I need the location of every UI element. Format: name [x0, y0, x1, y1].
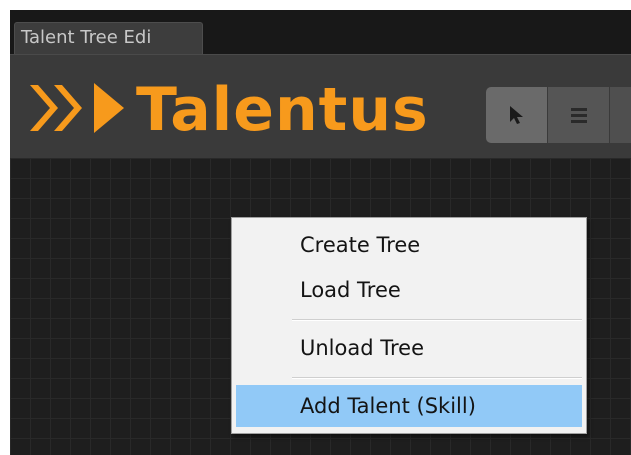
tab-strip: Talent Tree Edi	[10, 10, 631, 54]
menu-item-load-tree[interactable]: Load Tree	[236, 269, 582, 311]
menu-separator	[292, 377, 582, 379]
app-logo-text: Talentus	[136, 75, 429, 145]
menu-separator	[292, 319, 582, 321]
menu-tool-button[interactable]	[548, 87, 610, 143]
menu-item-unload-tree[interactable]: Unload Tree	[236, 327, 582, 369]
context-menu: Create Tree Load Tree Unload Tree Add Ta…	[231, 217, 587, 434]
hamburger-menu-icon	[570, 108, 587, 123]
toolbar	[486, 87, 631, 143]
select-tool-button[interactable]	[486, 87, 548, 143]
menu-item-create-tree[interactable]: Create Tree	[236, 224, 582, 266]
double-arrow-logo-icon	[30, 83, 124, 133]
header-bar: Talentus	[10, 54, 631, 158]
menu-item-add-talent[interactable]: Add Talent (Skill)	[236, 385, 582, 427]
editor-window: Talent Tree Edi Talentus Create Tree Loa…	[10, 10, 631, 455]
cursor-arrow-icon	[509, 106, 523, 124]
toolbar-overflow-button[interactable]	[610, 87, 631, 143]
tab-talent-tree-editor[interactable]: Talent Tree Edi	[14, 22, 203, 54]
